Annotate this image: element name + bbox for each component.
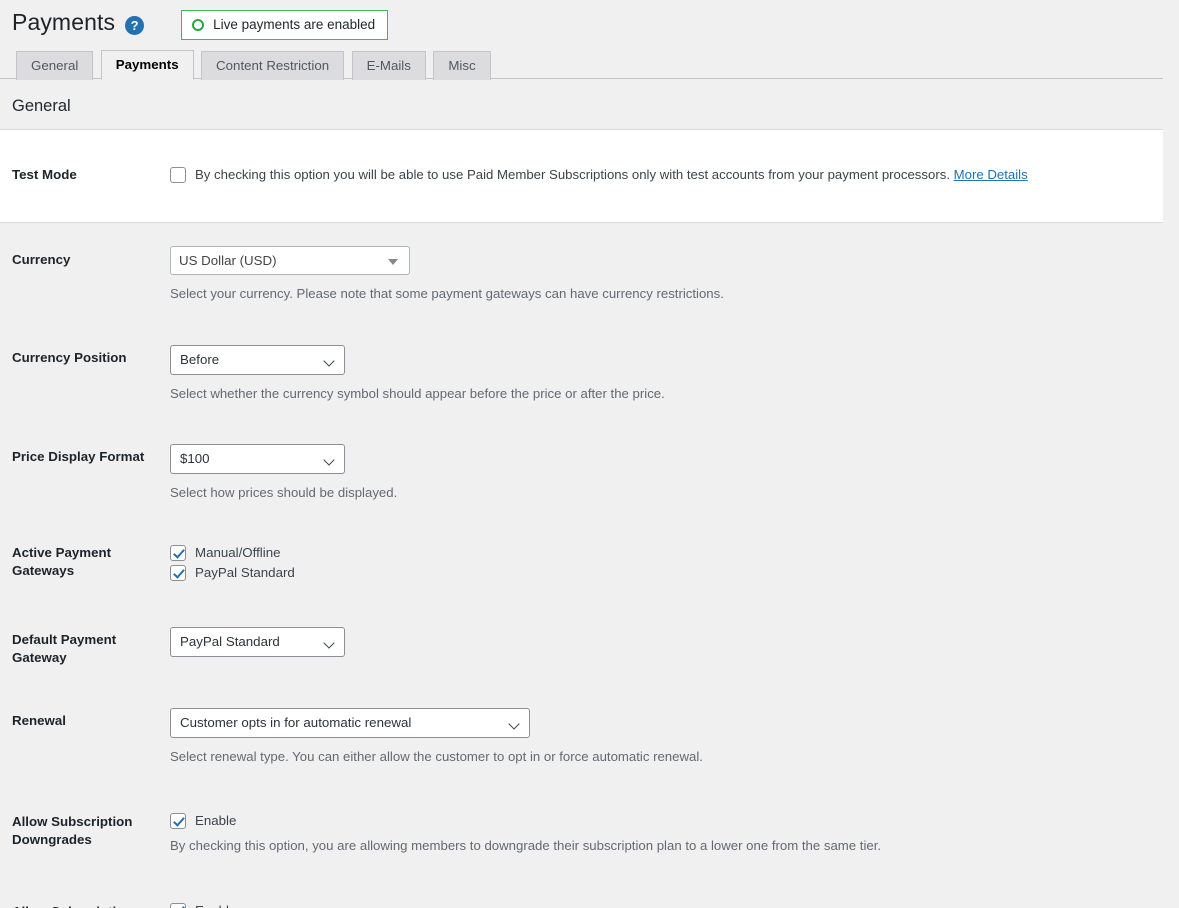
- setting-row-allow-subscription-change: Allow Subscription Change Enable By chec…: [0, 878, 1163, 908]
- price-display-format-description: Select how prices should be displayed.: [170, 483, 1153, 502]
- field-renewal: Customer opts in for automatic renewal S…: [170, 687, 1163, 788]
- paypal-standard-label: PayPal Standard: [195, 564, 295, 581]
- currency-position-select[interactable]: Before: [170, 345, 345, 375]
- setting-row-price-display-format: Price Display Format $100 Select how pri…: [0, 423, 1163, 522]
- allow-downgrades-description: By checking this option, you are allowin…: [170, 836, 1153, 855]
- label-renewal: Renewal: [0, 687, 170, 788]
- field-allow-subscription-downgrades: Enable By checking this option, you are …: [170, 788, 1163, 877]
- default-payment-gateway-select[interactable]: PayPal Standard: [170, 627, 345, 657]
- status-badge-label: Live payments are enabled: [213, 17, 375, 32]
- tab-payments[interactable]: Payments: [101, 50, 194, 80]
- manual-offline-label: Manual/Offline: [195, 544, 281, 561]
- section-title: General: [0, 79, 1179, 129]
- label-active-payment-gateways: Active Payment Gateways: [0, 522, 170, 606]
- field-currency-position: Before Select whether the currency symbo…: [170, 323, 1163, 423]
- setting-row-currency: Currency US Dollar (USD) Select your cur…: [0, 223, 1163, 324]
- setting-row-active-payment-gateways: Active Payment Gateways Manual/Offline P…: [0, 522, 1163, 606]
- status-badge: Live payments are enabled: [181, 10, 388, 40]
- gateway-option-manual-offline[interactable]: Manual/Offline: [170, 544, 1153, 561]
- settings-form-table: Test Mode By checking this option you wi…: [0, 129, 1163, 908]
- setting-row-renewal: Renewal Customer opts in for automatic r…: [0, 687, 1163, 788]
- page-header: Payments ? Live payments are enabled: [0, 0, 1179, 38]
- test-mode-description: By checking this option you will be able…: [195, 167, 950, 182]
- allow-downgrades-label: Enable: [195, 812, 236, 829]
- label-default-payment-gateway: Default Payment Gateway: [0, 606, 170, 687]
- setting-row-default-payment-gateway: Default Payment Gateway PayPal Standard: [0, 606, 1163, 687]
- allow-change-label: Enable: [195, 902, 236, 908]
- test-mode-checkbox[interactable]: [170, 167, 186, 183]
- label-currency: Currency: [0, 223, 170, 324]
- field-default-payment-gateway: PayPal Standard: [170, 606, 1163, 687]
- manual-offline-checkbox[interactable]: [170, 545, 186, 561]
- label-price-display-format: Price Display Format: [0, 423, 170, 522]
- admin-page: Payments ? Live payments are enabled Gen…: [0, 0, 1179, 908]
- tab-content-restriction[interactable]: Content Restriction: [201, 51, 344, 80]
- allow-change-checkbox[interactable]: [170, 903, 186, 908]
- currency-description: Select your currency. Please note that s…: [170, 284, 1153, 303]
- price-display-format-select[interactable]: $100: [170, 444, 345, 474]
- label-test-mode: Test Mode: [0, 130, 170, 223]
- status-circle-icon: [192, 19, 204, 31]
- allow-change-option[interactable]: Enable: [170, 902, 1153, 908]
- currency-select[interactable]: US Dollar (USD): [170, 246, 410, 275]
- setting-row-allow-subscription-downgrades: Allow Subscription Downgrades Enable By …: [0, 788, 1163, 877]
- page-title: Payments: [12, 8, 115, 38]
- paypal-standard-checkbox[interactable]: [170, 565, 186, 581]
- gateway-option-paypal-standard[interactable]: PayPal Standard: [170, 564, 1153, 581]
- allow-downgrades-checkbox[interactable]: [170, 813, 186, 829]
- tab-general[interactable]: General: [16, 51, 93, 80]
- renewal-select[interactable]: Customer opts in for automatic renewal: [170, 708, 530, 738]
- field-currency: US Dollar (USD) Select your currency. Pl…: [170, 223, 1163, 324]
- label-currency-position: Currency Position: [0, 323, 170, 423]
- test-mode-more-details-link[interactable]: More Details: [954, 167, 1028, 182]
- label-allow-subscription-downgrades: Allow Subscription Downgrades: [0, 788, 170, 877]
- field-test-mode: By checking this option you will be able…: [170, 130, 1163, 223]
- label-allow-subscription-change: Allow Subscription Change: [0, 878, 170, 908]
- allow-downgrades-option[interactable]: Enable: [170, 812, 1153, 829]
- renewal-description: Select renewal type. You can either allo…: [170, 747, 1153, 766]
- tab-emails[interactable]: E-Mails: [352, 51, 426, 80]
- currency-position-description: Select whether the currency symbol shoul…: [170, 384, 1153, 403]
- tab-misc[interactable]: Misc: [433, 51, 490, 80]
- field-active-payment-gateways: Manual/Offline PayPal Standard: [170, 522, 1163, 606]
- field-allow-subscription-change: Enable By checking this option, you are …: [170, 878, 1163, 908]
- setting-row-test-mode: Test Mode By checking this option you wi…: [0, 130, 1163, 223]
- setting-row-currency-position: Currency Position Before Select whether …: [0, 323, 1163, 423]
- settings-tabs: General Payments Content Restriction E-M…: [0, 49, 1163, 79]
- question-mark-icon[interactable]: ?: [125, 16, 144, 35]
- field-price-display-format: $100 Select how prices should be display…: [170, 423, 1163, 522]
